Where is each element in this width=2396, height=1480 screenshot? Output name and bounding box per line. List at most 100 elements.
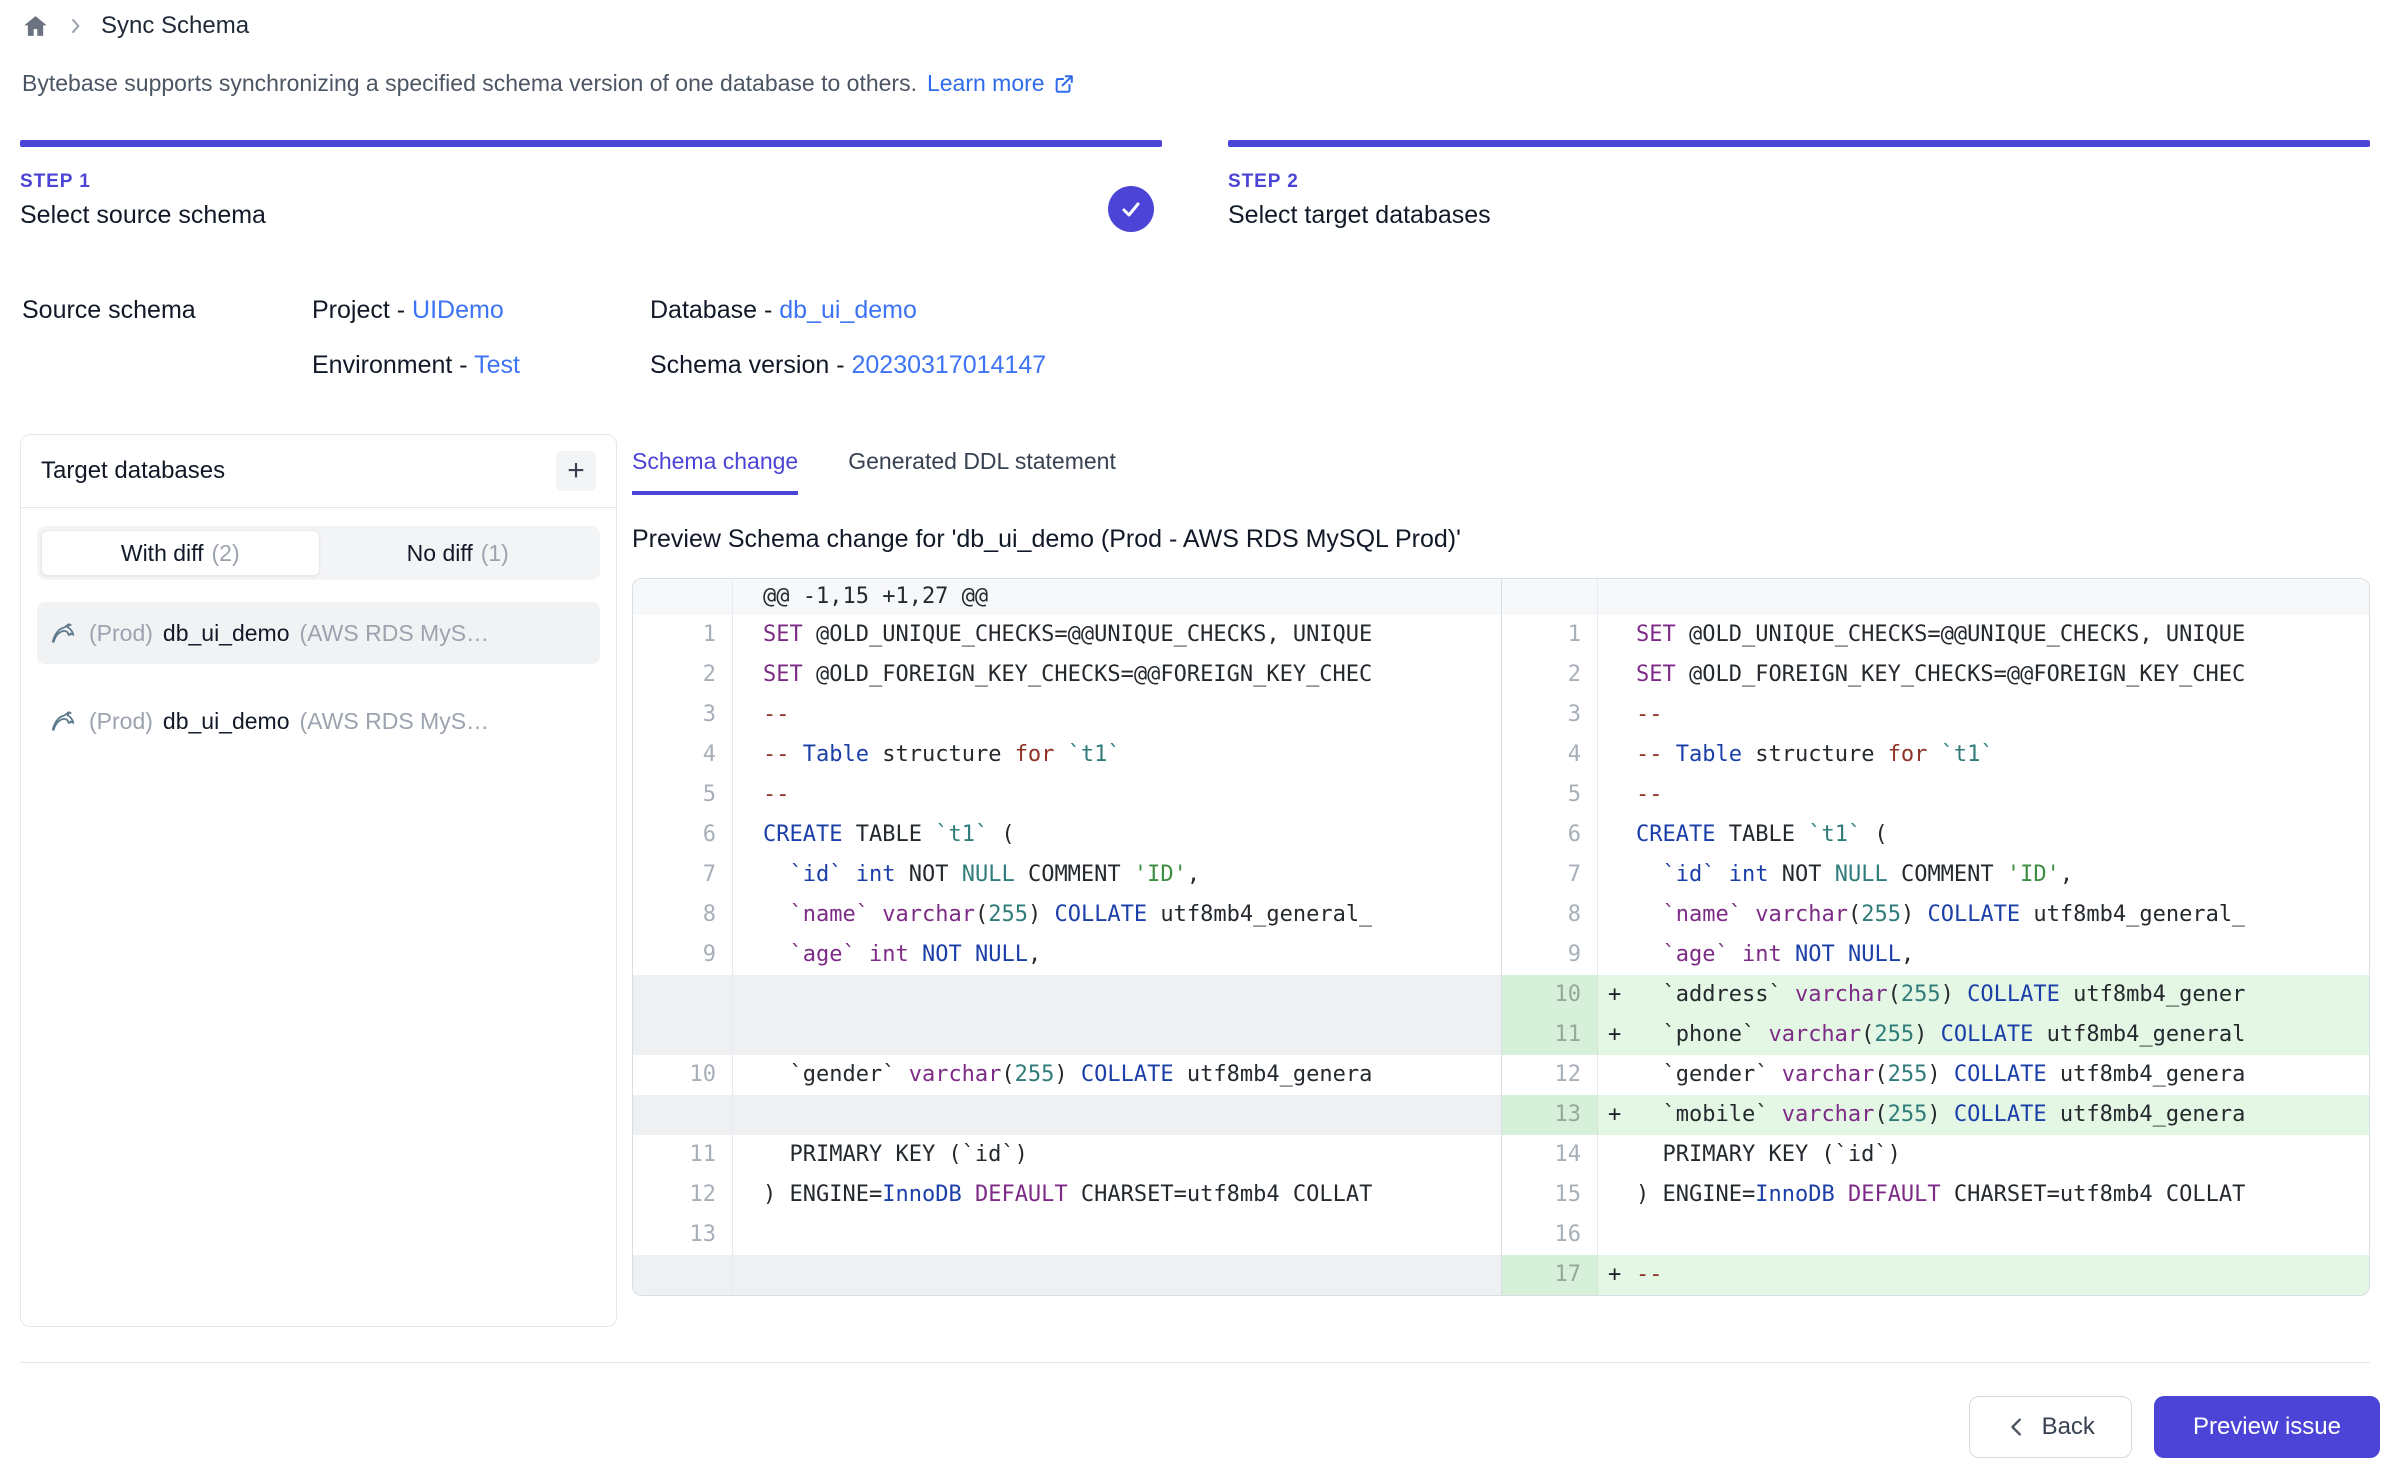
diff-code: `id` int NOT NULL COMMENT 'ID', — [1636, 855, 2073, 895]
line-number: 13 — [633, 1215, 733, 1255]
line-number: 9 — [1502, 935, 1598, 975]
diff-marker — [1598, 615, 1636, 655]
step-indicator: STEP 1 Select source schema STEP 2 Selec… — [20, 140, 2370, 230]
breadcrumb: Sync Schema — [22, 12, 249, 40]
diff-line: 4 -- Table structure for `t1` — [633, 735, 1501, 775]
db-environment: (Prod) — [89, 708, 153, 735]
diff-code: -- — [763, 695, 790, 735]
field-project: Project - UIDemo — [312, 296, 650, 325]
db-instance-suffix: (AWS RDS MyS… — [300, 708, 490, 735]
database-link[interactable]: db_ui_demo — [779, 296, 917, 324]
intro-text-row: Bytebase supports synchronizing a specif… — [22, 70, 1075, 97]
learn-more-link[interactable]: Learn more — [927, 70, 1075, 97]
diff-marker — [733, 1215, 763, 1255]
diff-added-line: 10+ `address` varchar(255) COLLATE utf8m… — [1502, 975, 2369, 1015]
diff-code: `address` varchar(255) COLLATE utf8mb4_g… — [1636, 975, 2245, 1015]
line-number: 15 — [1502, 1175, 1598, 1215]
line-number: 11 — [633, 1135, 733, 1175]
field-environment-label: Environment - — [312, 351, 468, 379]
diff-code: -- — [1636, 695, 1663, 735]
tab-schema-change[interactable]: Schema change — [632, 448, 798, 495]
external-link-icon — [1053, 73, 1075, 95]
sync-schema-page: Sync Schema Bytebase supports synchroniz… — [0, 0, 2396, 1480]
tab-with-diff-count: (2) — [212, 540, 240, 567]
diff-marker — [1598, 855, 1636, 895]
diff-line: 14 PRIMARY KEY (`id`) — [1502, 1135, 2369, 1175]
target-databases-title: Target databases — [41, 457, 225, 485]
diff-marker — [733, 895, 763, 935]
diff-hunk-marker — [733, 579, 763, 615]
diff-marker — [733, 1055, 763, 1095]
source-schema-label: Source schema — [22, 296, 312, 325]
diff-code: `name` varchar(255) COLLATE utf8mb4_gene… — [1636, 895, 2245, 935]
field-schema-version: Schema version - 20230317014147 — [650, 351, 1046, 380]
diff-marker — [733, 735, 763, 775]
diff-code: -- Table structure for `t1` — [763, 735, 1121, 775]
tab-generated-ddl[interactable]: Generated DDL statement — [848, 448, 1116, 495]
diff-filter-tabs: With diff (2) No diff (1) — [37, 526, 600, 580]
diff-code: PRIMARY KEY (`id`) — [763, 1135, 1028, 1175]
diff-code: PRIMARY KEY (`id`) — [1636, 1135, 1901, 1175]
home-icon[interactable] — [22, 13, 49, 40]
diff-line: 3-- — [1502, 695, 2369, 735]
step-2: STEP 2 Select target databases — [1228, 140, 2370, 230]
step-1-title: Select source schema — [20, 201, 1162, 230]
check-icon — [1119, 197, 1143, 221]
diff-line: 12) ENGINE=InnoDB DEFAULT CHARSET=utf8mb… — [633, 1175, 1501, 1215]
mysql-icon — [49, 706, 79, 736]
footer-divider — [20, 1362, 2370, 1363]
footer-actions: Back Preview issue — [1969, 1396, 2380, 1458]
diff-code: -- — [1636, 1255, 1663, 1295]
step-1-completed-check — [1108, 186, 1154, 232]
diff-line: 9 `age` int NOT NULL, — [1502, 935, 2369, 975]
diff-line: 10 `gender` varchar(255) COLLATE utf8mb4… — [633, 1055, 1501, 1095]
diff-code: `id` int NOT NULL COMMENT 'ID', — [763, 855, 1200, 895]
target-databases-header: Target databases + — [21, 435, 616, 508]
diff-code: CREATE TABLE `t1` ( — [763, 815, 1015, 855]
target-database-item-2[interactable]: (Prod) db_ui_demo (AWS RDS MyS… — [37, 690, 600, 752]
diff-hunk-gutter — [633, 579, 733, 615]
line-number: 3 — [633, 695, 733, 735]
back-button[interactable]: Back — [1969, 1396, 2132, 1458]
target-database-item-1[interactable]: (Prod) db_ui_demo (AWS RDS MyS… — [37, 602, 600, 664]
diff-code: ) ENGINE=InnoDB DEFAULT CHARSET=utf8mb4 … — [763, 1175, 1372, 1215]
add-target-database-button[interactable]: + — [556, 451, 596, 491]
line-number: 14 — [1502, 1135, 1598, 1175]
line-number: 6 — [633, 815, 733, 855]
field-database-label: Database - — [650, 296, 772, 324]
line-number: 7 — [1502, 855, 1598, 895]
diff-code: ) ENGINE=InnoDB DEFAULT CHARSET=utf8mb4 … — [1636, 1175, 2245, 1215]
diff-code: `age` int NOT NULL, — [1636, 935, 1914, 975]
diff-marker — [733, 615, 763, 655]
db-name: db_ui_demo — [163, 620, 290, 647]
environment-link[interactable]: Test — [474, 351, 520, 379]
diff-left-rows: 1SET @OLD_UNIQUE_CHECKS=@@UNIQUE_CHECKS,… — [633, 615, 1501, 1295]
line-number: 1 — [633, 615, 733, 655]
preview-issue-button[interactable]: Preview issue — [2154, 1396, 2380, 1458]
db-environment: (Prod) — [89, 620, 153, 647]
diff-marker — [1598, 1215, 1636, 1255]
diff-code: SET @OLD_FOREIGN_KEY_CHECKS=@@FOREIGN_KE… — [763, 655, 1372, 695]
diff-hunk-text: @@ -1,15 +1,27 @@ — [763, 579, 988, 615]
project-link[interactable]: UIDemo — [412, 296, 504, 324]
diff-right-pane: 1SET @OLD_UNIQUE_CHECKS=@@UNIQUE_CHECKS,… — [1502, 579, 2369, 1295]
tab-with-diff[interactable]: With diff (2) — [41, 530, 320, 576]
diff-added-line: 17+-- — [1502, 1255, 2369, 1295]
diff-left-pane: @@ -1,15 +1,27 @@ 1SET @OLD_UNIQUE_CHECK… — [633, 579, 1501, 1295]
line-number: 4 — [633, 735, 733, 775]
preview-tabs: Schema change Generated DDL statement — [632, 434, 2370, 495]
line-number: 6 — [1502, 815, 1598, 855]
diff-line: 2SET @OLD_FOREIGN_KEY_CHECKS=@@FOREIGN_K… — [1502, 655, 2369, 695]
diff-marker — [1598, 775, 1636, 815]
db-name: db_ui_demo — [163, 708, 290, 735]
diff-code: -- — [763, 775, 790, 815]
db-instance-suffix: (AWS RDS MyS… — [300, 620, 490, 647]
diff-marker — [733, 695, 763, 735]
diff-marker — [1598, 1135, 1636, 1175]
tab-no-diff[interactable]: No diff (1) — [320, 530, 597, 576]
diff-marker — [733, 815, 763, 855]
schema-version-link[interactable]: 20230317014147 — [851, 351, 1046, 379]
diff-added-line: 13+ `mobile` varchar(255) COLLATE utf8mb… — [1502, 1095, 2369, 1135]
field-schema-version-label: Schema version - — [650, 351, 845, 379]
diff-marker — [733, 1175, 763, 1215]
